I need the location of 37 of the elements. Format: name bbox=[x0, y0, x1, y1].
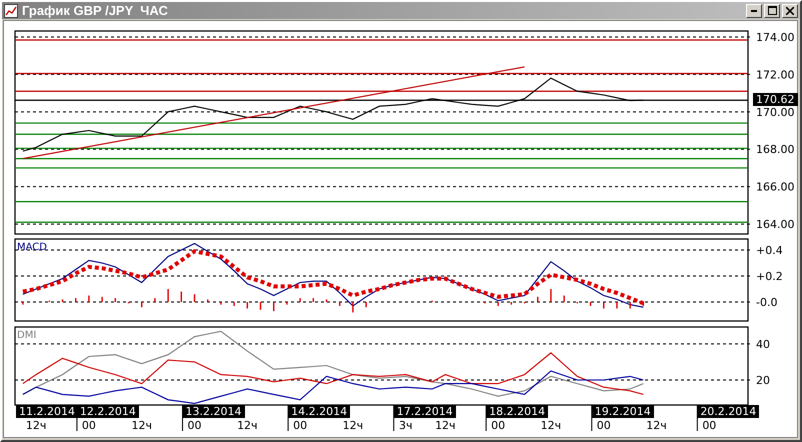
date-label: 14.2.2014 bbox=[288, 405, 350, 418]
time-label: 12ч bbox=[342, 419, 364, 432]
date-label: 18.2.2014 bbox=[486, 405, 548, 418]
time-label: 12ч bbox=[131, 419, 152, 432]
time-label: 00 bbox=[293, 419, 308, 432]
time-label: 00 bbox=[702, 419, 716, 432]
indicator-title: MACD bbox=[17, 242, 47, 253]
axis-label: 166.00 bbox=[756, 180, 794, 194]
time-label: 00 bbox=[491, 419, 506, 432]
window-title: График GBP /JPY ЧАС bbox=[22, 3, 169, 18]
time-label: 00 bbox=[82, 419, 96, 432]
time-label: 3ч bbox=[398, 419, 412, 432]
axis-label: 20 bbox=[756, 374, 770, 387]
axis-label: 40 bbox=[756, 338, 770, 351]
time-label: 12ч bbox=[646, 419, 667, 432]
time-label: 00 bbox=[188, 419, 202, 432]
axis-label: 168.00 bbox=[756, 143, 794, 156]
time-label: 12ч bbox=[435, 419, 456, 432]
time-label: 12ч bbox=[540, 419, 562, 432]
date-label: 12.2.2014 bbox=[76, 405, 139, 418]
axis-label: -0.0 bbox=[756, 296, 778, 310]
date-label: 17.2.2014 bbox=[394, 405, 456, 418]
axis-label: 170.00 bbox=[756, 106, 794, 119]
time-label: 00 bbox=[596, 419, 611, 432]
indicator-title: DMI bbox=[17, 330, 36, 341]
axis-label: 174.00 bbox=[756, 30, 794, 44]
date-label: 13.2.2014 bbox=[182, 405, 244, 418]
date-label: 20.2.2014 bbox=[697, 405, 760, 418]
axis-label: +0.4 bbox=[756, 244, 783, 258]
time-label: 12ч bbox=[26, 419, 46, 432]
time-label: 12ч bbox=[237, 419, 258, 432]
axis-label: +0.2 bbox=[756, 270, 783, 284]
price-tag: 170.62 bbox=[753, 93, 798, 106]
axis-label: 164.00 bbox=[756, 218, 794, 232]
axis-label: 172.00 bbox=[756, 68, 794, 82]
date-label: 11.2.2014 bbox=[16, 405, 78, 418]
date-label: 19.2.2014 bbox=[592, 405, 654, 418]
